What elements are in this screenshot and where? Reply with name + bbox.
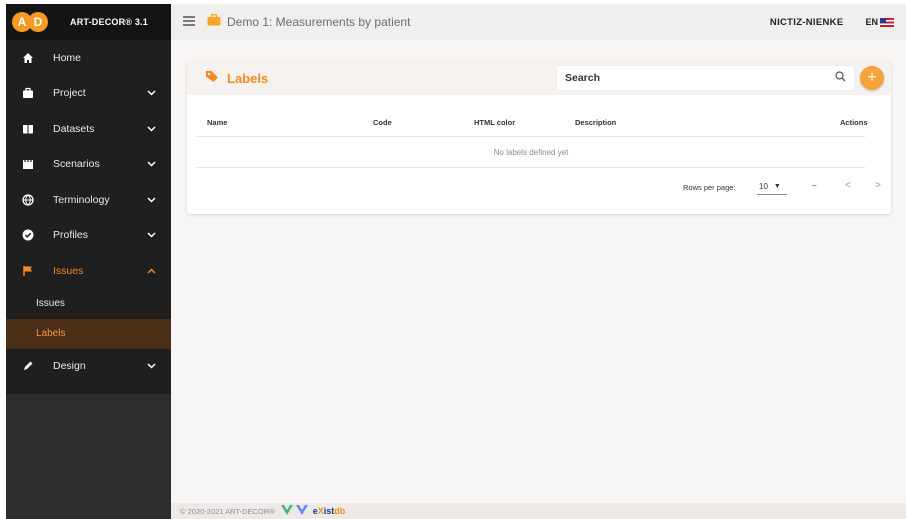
app-name: ART-DECOR® 3.1 (70, 17, 148, 27)
top-bar: Demo 1: Measurements by patient NICTIZ-N… (171, 4, 906, 40)
chevron-down-icon[interactable] (147, 158, 157, 170)
briefcase-icon (21, 86, 35, 100)
home-icon (21, 51, 35, 65)
sidebar-header: A D ART-DECOR® 3.1 (6, 4, 171, 40)
chevron-left-icon[interactable]: < (845, 180, 851, 191)
caret-down-icon: ▼ (773, 183, 781, 190)
vue-logo-icon[interactable] (280, 502, 309, 519)
book-icon (21, 122, 35, 136)
column-header-code[interactable]: Code (373, 118, 392, 127)
card-title: Labels (227, 70, 269, 86)
empty-state-row: No labels defined yet (197, 137, 865, 168)
sidebar-item-label: Issues (53, 264, 84, 277)
column-header-description[interactable]: Description (575, 118, 616, 127)
globe-icon (21, 193, 35, 207)
add-label-button[interactable]: + (860, 66, 884, 90)
chevron-down-icon[interactable] (147, 194, 157, 206)
chevron-down-icon[interactable] (147, 360, 157, 372)
sidebar-item-label: Design (53, 360, 86, 373)
logo-letter-d: D (28, 12, 48, 32)
column-header-html-color[interactable]: HTML color (474, 118, 515, 127)
sidebar-nav: Home Project Datasets Scenarios Terminol… (6, 40, 171, 384)
search-icon[interactable] (835, 69, 846, 87)
language-selector[interactable]: EN (865, 17, 894, 27)
page-range: – (812, 181, 817, 190)
sidebar-item-scenarios[interactable]: Scenarios (6, 147, 171, 183)
rows-per-page-label: Rows per page: (683, 183, 736, 192)
tag-icon (205, 69, 219, 88)
existdb-logo-part: db (334, 506, 346, 516)
menu-icon[interactable] (183, 13, 195, 31)
column-header-name[interactable]: Name (207, 118, 227, 127)
search-box (557, 66, 854, 90)
table-pagination: Rows per page: 10 ▼ – < > (187, 168, 891, 208)
sidebar-item-terminology[interactable]: Terminology (6, 182, 171, 218)
sidebar-item-label: Scenarios (53, 158, 100, 171)
chevron-right-icon[interactable]: > (875, 180, 881, 191)
user-name[interactable]: NICTIZ-NIENKE (770, 17, 844, 28)
us-flag-icon (880, 17, 894, 27)
sidebar-item-issues[interactable]: Issues (6, 253, 171, 289)
sidebar-empty-area (6, 394, 171, 519)
table-header: Name Code HTML color Description Actions (197, 107, 868, 137)
sidebar-item-label: Home (53, 51, 82, 64)
existdb-logo-part: ist (323, 506, 335, 516)
sidebar-subitem-labels[interactable]: Labels (6, 318, 171, 349)
flag-icon (21, 264, 35, 278)
existdb-logo[interactable]: eXistdb (313, 506, 346, 516)
chevron-up-icon[interactable] (147, 265, 157, 277)
app-logo[interactable]: A D (12, 12, 48, 32)
sidebar-item-label: Profiles (53, 229, 89, 242)
sidebar-item-design[interactable]: Design (6, 349, 171, 385)
sidebar-item-datasets[interactable]: Datasets (6, 111, 171, 147)
search-input[interactable] (565, 72, 835, 84)
rows-per-page-value: 10 (759, 182, 768, 191)
main-content: Labels + Name Code HTML color Descriptio… (171, 40, 906, 503)
sidebar-item-label: Project (53, 87, 86, 100)
column-header-actions: Actions (840, 118, 868, 127)
sidebar-item-project[interactable]: Project (6, 76, 171, 112)
briefcase-icon (207, 13, 221, 31)
sidebar: A D ART-DECOR® 3.1 Home Project Datasets (6, 4, 171, 519)
sidebar-item-home[interactable]: Home (6, 40, 171, 76)
rows-per-page-select[interactable]: 10 ▼ (757, 179, 787, 195)
clapperboard-icon (21, 157, 35, 171)
language-code: EN (865, 17, 878, 27)
sidebar-item-label: Terminology (53, 193, 110, 206)
copyright-text: © 2020-2021 ART-DECOR® (180, 506, 275, 516)
project-title: Demo 1: Measurements by patient (227, 15, 411, 29)
card-header: Labels + (187, 61, 891, 95)
chevron-down-icon[interactable] (147, 229, 157, 241)
check-circle-icon (21, 228, 35, 242)
chevron-down-icon[interactable] (147, 123, 157, 135)
sidebar-item-label: Datasets (53, 122, 95, 135)
labels-card: Labels + Name Code HTML color Descriptio… (187, 61, 891, 214)
chevron-down-icon[interactable] (147, 87, 157, 99)
sidebar-item-profiles[interactable]: Profiles (6, 218, 171, 254)
pencil-icon (21, 359, 35, 373)
sidebar-subitem-issues[interactable]: Issues (6, 289, 171, 319)
footer: © 2020-2021 ART-DECOR® eXistdb (171, 503, 906, 519)
